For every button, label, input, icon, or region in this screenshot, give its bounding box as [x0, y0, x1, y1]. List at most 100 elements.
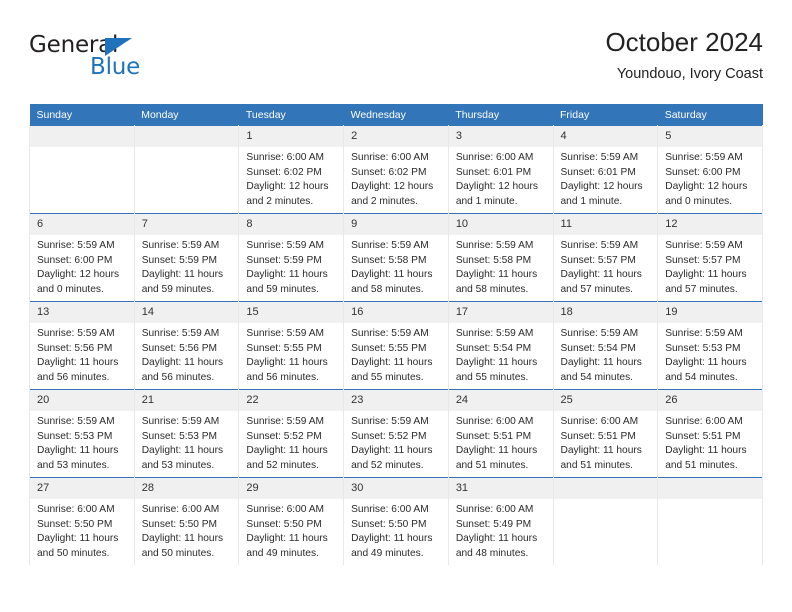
calendar-day-cell[interactable]: 20 Sunrise: 5:59 AM Sunset: 5:53 PM Dayligh…	[29, 389, 135, 478]
calendar-day-cell[interactable]: 16 Sunrise: 5:59 AM Sunset: 5:55 PM Dayligh…	[343, 301, 449, 390]
calendar-header-row: Sunday Monday Tuesday Wednesday Thursday Frid…	[29, 104, 763, 126]
day-details: Sunrise: 6:00 AM Sunset: 5:50 PM Daylight:…	[135, 499, 239, 561]
calendar-day-cell[interactable]: 13 Sunrise: 5:59 AM Sunset: 5:56 PM Dayligh…	[29, 301, 135, 390]
daylight-1-text: Daylight: 11 hours	[351, 533, 433, 545]
day-number: 25	[553, 390, 658, 411]
sunset-text: Sunset: 5:57 PM	[560, 254, 636, 266]
calendar-day-cell[interactable]: 12 Sunrise: 5:59 AM Sunset: 5:57 PM Dayligh…	[657, 213, 763, 302]
calendar-day-cell[interactable]: 15 Sunrise: 5:59 AM Sunset: 5:55 PM Dayligh…	[238, 301, 345, 390]
day-details: Sunrise: 5:59 AM Sunset: 5:53 PM Daylight:…	[135, 411, 239, 473]
calendar-day-cell[interactable]: 19 Sunrise: 5:59 AM Sunset: 5:53 PM Dayligh…	[657, 301, 763, 390]
sunrise-text: Sunrise: 5:59 AM	[246, 240, 324, 251]
daylight-1-text: Daylight: 11 hours	[665, 445, 747, 457]
calendar-day-cell-empty	[133, 125, 240, 214]
sunrise-text: Sunrise: 5:59 AM	[141, 240, 220, 251]
sunset-text: Sunset: 5:51 PM	[665, 430, 741, 442]
sunset-text: Sunset: 6:00 PM	[665, 166, 741, 178]
calendar-day-cell[interactable]: 4 Sunrise: 5:59 AM Sunset: 6:01 PM Daylight…	[552, 125, 659, 214]
sunset-text: Sunset: 5:58 PM	[351, 254, 427, 266]
calendar-day-cell[interactable]: 3 Sunrise: 6:00 AM Sunset: 6:01 PM Daylight…	[447, 125, 554, 214]
calendar-day-cell[interactable]: 28 Sunrise: 6:00 AM Sunset: 5:50 PM Dayligh…	[133, 477, 240, 565]
daylight-1-text: Daylight: 11 hours	[37, 357, 119, 369]
sunset-text: Sunset: 5:53 PM	[37, 430, 113, 442]
calendar-day-cell[interactable]: 11 Sunrise: 5:59 AM Sunset: 5:57 PM Dayligh…	[552, 213, 659, 302]
calendar-day-cell[interactable]: 8 Sunrise: 5:59 AM Sunset: 5:59 PM Daylight…	[238, 213, 345, 302]
calendar-day-cell[interactable]: 30 Sunrise: 6:00 AM Sunset: 5:50 PM Dayligh…	[343, 477, 449, 565]
day-details: Sunrise: 6:00 AM Sunset: 5:49 PM Daylight:…	[449, 499, 553, 561]
daylight-2-text: and 49 minutes.	[246, 547, 319, 559]
sunrise-text: Sunrise: 5:59 AM	[665, 328, 743, 339]
sunrise-text: Sunrise: 5:59 AM	[455, 240, 534, 251]
general-blue-logo[interactable]: General Blue	[29, 32, 209, 94]
sunset-text: Sunset: 5:56 PM	[37, 342, 113, 354]
calendar-day-cell[interactable]: 18 Sunrise: 5:59 AM Sunset: 5:54 PM Dayligh…	[552, 301, 659, 390]
calendar-day-cell[interactable]: 7 Sunrise: 5:59 AM Sunset: 5:59 PM Daylight…	[133, 213, 240, 302]
daylight-1-text: Daylight: 11 hours	[351, 269, 433, 281]
calendar-page: General Blue October 2024 Youndouo, Ivor…	[0, 0, 792, 612]
daylight-1-text: Daylight: 11 hours	[455, 357, 538, 369]
daylight-2-text: and 0 minutes.	[665, 195, 733, 207]
daylight-1-text: Daylight: 11 hours	[665, 357, 747, 369]
daylight-1-text: Daylight: 11 hours	[455, 445, 538, 457]
day-details: Sunrise: 5:59 AM Sunset: 5:58 PM Daylight:…	[449, 235, 553, 297]
sunrise-text: Sunrise: 5:59 AM	[351, 240, 429, 251]
calendar-day-cell[interactable]: 29 Sunrise: 6:00 AM Sunset: 5:50 PM Dayligh…	[238, 477, 345, 565]
page-title: October 2024	[605, 27, 763, 57]
calendar-day-cell[interactable]: 9 Sunrise: 5:59 AM Sunset: 5:58 PM Daylight…	[343, 213, 449, 302]
calendar-day-cell[interactable]: 17 Sunrise: 5:59 AM Sunset: 5:54 PM Dayligh…	[447, 301, 554, 390]
sunrise-text: Sunrise: 5:59 AM	[37, 240, 115, 251]
sunrise-text: Sunrise: 6:00 AM	[665, 416, 743, 427]
calendar-day-cell[interactable]: 25 Sunrise: 6:00 AM Sunset: 5:51 PM Dayligh…	[552, 389, 659, 478]
day-number: 17	[448, 302, 553, 323]
calendar-day-cell-empty	[29, 125, 135, 214]
daylight-2-text: and 59 minutes.	[141, 283, 215, 295]
calendar-day-cell[interactable]: 22 Sunrise: 5:59 AM Sunset: 5:52 PM Dayligh…	[238, 389, 345, 478]
calendar-day-cell[interactable]: 21 Sunrise: 5:59 AM Sunset: 5:53 PM Dayligh…	[133, 389, 240, 478]
sunset-text: Sunset: 5:59 PM	[141, 254, 218, 266]
daylight-1-text: Daylight: 11 hours	[246, 357, 328, 369]
day-details: Sunrise: 5:59 AM Sunset: 6:00 PM Daylight:…	[658, 147, 762, 209]
sunset-text: Sunset: 5:58 PM	[455, 254, 532, 266]
weekday-header-wednesday: Wednesday	[343, 104, 449, 126]
daylight-1-text: Daylight: 12 hours	[455, 181, 538, 193]
calendar-week-row: 1 Sunrise: 6:00 AM Sunset: 6:02 PM Daylight…	[29, 125, 763, 214]
sunrise-text: Sunrise: 6:00 AM	[246, 152, 324, 163]
sunset-text: Sunset: 5:57 PM	[665, 254, 741, 266]
day-details: Sunrise: 5:59 AM Sunset: 5:53 PM Daylight:…	[30, 411, 134, 473]
daylight-2-text: and 48 minutes.	[455, 547, 529, 559]
calendar-day-cell[interactable]: 27 Sunrise: 6:00 AM Sunset: 5:50 PM Dayligh…	[29, 477, 135, 565]
calendar-day-cell[interactable]: 1 Sunrise: 6:00 AM Sunset: 6:02 PM Daylight…	[238, 125, 345, 214]
sunset-text: Sunset: 5:50 PM	[246, 518, 322, 530]
sunrise-text: Sunrise: 6:00 AM	[351, 504, 429, 515]
calendar-day-cell[interactable]: 26 Sunrise: 6:00 AM Sunset: 5:51 PM Dayligh…	[657, 389, 763, 478]
calendar-day-cell[interactable]: 2 Sunrise: 6:00 AM Sunset: 6:02 PM Daylight…	[343, 125, 449, 214]
daylight-2-text: and 53 minutes.	[37, 459, 110, 471]
daylight-1-text: Daylight: 11 hours	[246, 269, 328, 281]
calendar-day-cell[interactable]: 24 Sunrise: 6:00 AM Sunset: 5:51 PM Dayligh…	[447, 389, 554, 478]
calendar-day-cell[interactable]: 10 Sunrise: 5:59 AM Sunset: 5:58 PM Dayligh…	[447, 213, 554, 302]
sunset-text: Sunset: 5:51 PM	[455, 430, 532, 442]
sunrise-text: Sunrise: 6:00 AM	[141, 504, 220, 515]
daylight-2-text: and 1 minute.	[455, 195, 518, 207]
daylight-2-text: and 53 minutes.	[141, 459, 215, 471]
calendar-day-cell[interactable]: 14 Sunrise: 5:59 AM Sunset: 5:56 PM Dayligh…	[133, 301, 240, 390]
calendar-day-cell[interactable]: 5 Sunrise: 5:59 AM Sunset: 6:00 PM Daylight…	[657, 125, 763, 214]
calendar-day-cell[interactable]: 23 Sunrise: 5:59 AM Sunset: 5:52 PM Dayligh…	[343, 389, 449, 478]
daylight-2-text: and 52 minutes.	[246, 459, 319, 471]
daylight-1-text: Daylight: 11 hours	[37, 533, 119, 545]
day-number: 4	[553, 126, 658, 147]
calendar-day-cell[interactable]: 6 Sunrise: 5:59 AM Sunset: 6:00 PM Daylight…	[29, 213, 135, 302]
day-details: Sunrise: 5:59 AM Sunset: 5:54 PM Daylight:…	[449, 323, 553, 385]
sunrise-text: Sunrise: 5:59 AM	[560, 152, 639, 163]
page-header: General Blue October 2024 Youndouo, Ivor…	[29, 26, 763, 98]
daylight-2-text: and 50 minutes.	[37, 547, 110, 559]
daylight-2-text: and 0 minutes.	[37, 283, 104, 295]
daylight-2-text: and 57 minutes.	[560, 283, 634, 295]
day-details: Sunrise: 5:59 AM Sunset: 5:58 PM Daylight:…	[344, 235, 448, 297]
daylight-1-text: Daylight: 11 hours	[246, 533, 328, 545]
calendar-day-cell[interactable]: 31 Sunrise: 6:00 AM Sunset: 5:49 PM Dayligh…	[447, 477, 554, 565]
day-number: 6	[30, 214, 134, 235]
daylight-2-text: and 1 minute.	[560, 195, 623, 207]
daylight-1-text: Daylight: 11 hours	[560, 269, 642, 281]
sunset-text: Sunset: 6:02 PM	[246, 166, 322, 178]
